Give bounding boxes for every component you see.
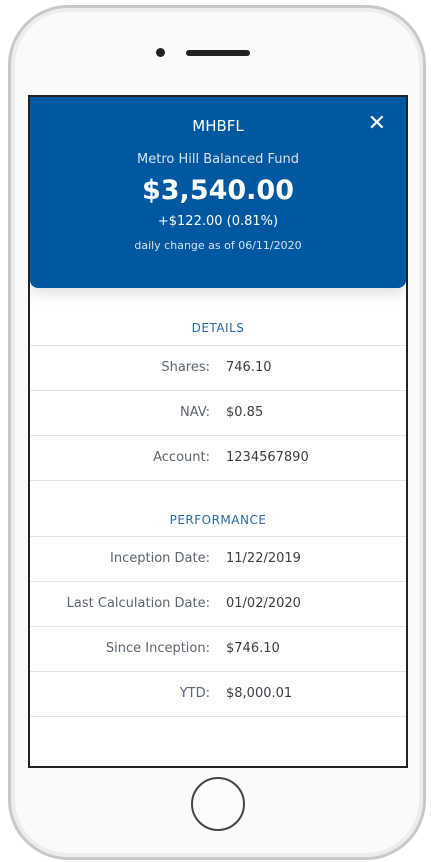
- row-value: 746.10: [226, 360, 272, 375]
- close-icon[interactable]: ✕: [368, 113, 386, 135]
- performance-row-ytd: YTD: $8,000.01: [30, 671, 406, 716]
- divider: [30, 716, 406, 717]
- row-label: Shares:: [161, 360, 210, 375]
- details-row-account: Account: 1234567890: [30, 435, 406, 480]
- home-button[interactable]: [191, 777, 245, 831]
- performance-row-last-calculation-date: Last Calculation Date: 01/02/2020: [30, 581, 406, 626]
- row-label: Since Inception:: [105, 641, 210, 656]
- fund-name: Metro Hill Balanced Fund: [137, 152, 299, 167]
- performance-row-inception-date: Inception Date: 11/22/2019: [30, 536, 406, 581]
- row-value: 01/02/2020: [226, 596, 301, 611]
- row-label: NAV:: [180, 405, 210, 420]
- as-of-date: daily change as of 06/11/2020: [134, 239, 302, 252]
- row-label: Inception Date:: [110, 551, 210, 566]
- performance-row-since-inception: Since Inception: $746.10: [30, 626, 406, 671]
- row-label: Last Calculation Date:: [66, 596, 210, 611]
- row-value: 1234567890: [226, 450, 309, 465]
- row-value: $8,000.01: [226, 686, 293, 701]
- divider: [30, 480, 406, 481]
- camera-icon: [156, 48, 165, 57]
- details-row-nav: NAV: $0.85: [30, 390, 406, 435]
- speaker-icon: [186, 50, 250, 56]
- fund-value: $3,540.00: [141, 175, 295, 206]
- row-label: Account:: [153, 450, 210, 465]
- performance-title: PERFORMANCE: [169, 513, 267, 527]
- row-label: YTD:: [179, 686, 210, 701]
- row-value: $746.10: [226, 641, 280, 656]
- fund-header: MHBFL ✕ Metro Hill Balanced Fund $3,540.…: [30, 97, 406, 288]
- daily-change: +$122.00 (0.81%): [157, 214, 279, 229]
- row-value: 11/22/2019: [226, 551, 301, 566]
- fund-ticker: MHBFL: [192, 117, 244, 135]
- details-row-shares: Shares: 746.10: [30, 345, 406, 390]
- details-title: DETAILS: [191, 321, 245, 335]
- screen: MHBFL ✕ Metro Hill Balanced Fund $3,540.…: [28, 95, 408, 768]
- row-value: $0.85: [226, 405, 264, 420]
